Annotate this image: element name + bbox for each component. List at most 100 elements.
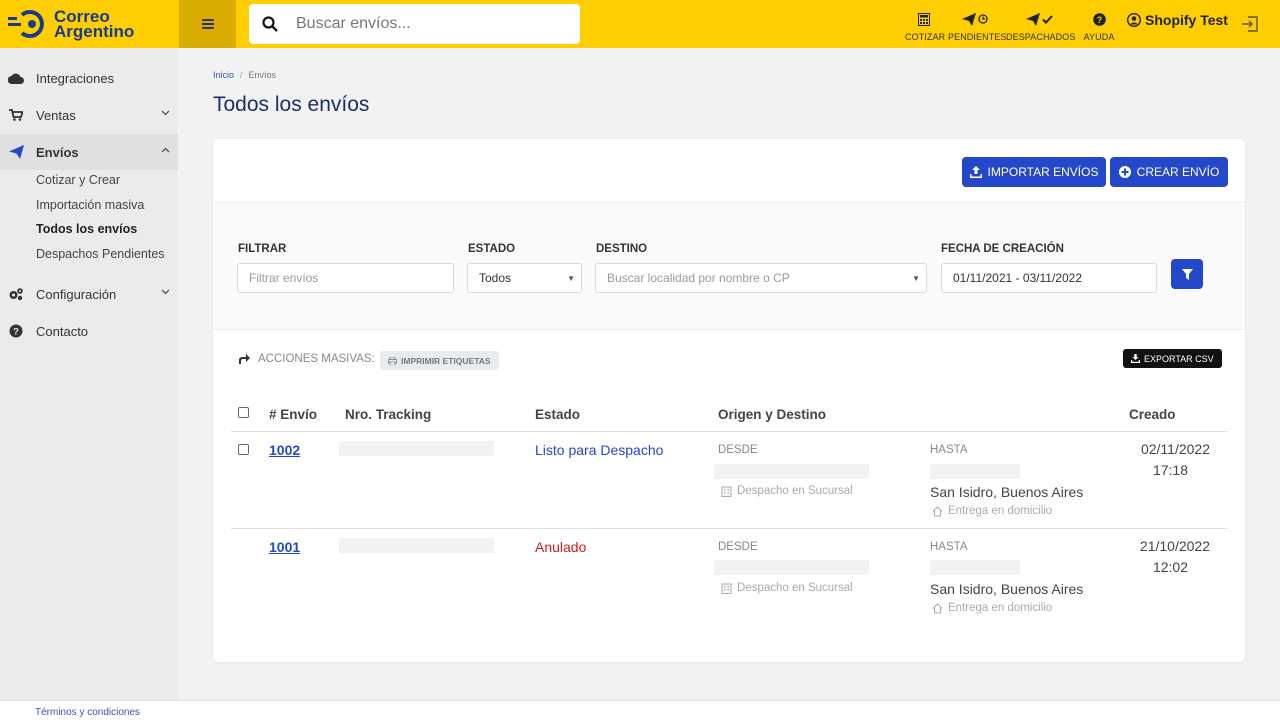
tracking-placeholder xyxy=(339,538,494,553)
sidebar-sub-importacion-masiva[interactable]: Importación masiva xyxy=(36,198,144,212)
calculator-icon xyxy=(905,10,943,28)
apply-filter-button[interactable] xyxy=(1171,259,1203,289)
filter-input[interactable]: Filtrar envíos xyxy=(237,263,454,293)
nav-ayuda[interactable]: ? AYUDA xyxy=(1082,10,1116,42)
origin-type: Despacho en Sucursal xyxy=(721,582,853,594)
created-time: 12:02 xyxy=(1152,559,1188,575)
export-csv-label: EXPORTAR CSV xyxy=(1144,353,1214,364)
nav-despachados[interactable]: DESPACHADOS xyxy=(1006,10,1076,42)
col-header-creado: Creado xyxy=(1129,407,1176,422)
create-shipment-button[interactable]: CREAR ENVÍO xyxy=(1110,157,1228,187)
sidebar-item-integraciones[interactable]: Integraciones xyxy=(0,60,178,96)
caret-down-icon: ▼ xyxy=(912,274,920,283)
status-text: Listo para Despacho xyxy=(535,442,664,458)
chevron-down-icon xyxy=(161,289,170,295)
nav-cotizar[interactable]: COTIZAR xyxy=(905,10,946,42)
destination-city: San Isidro, Buenos Aires xyxy=(930,581,1084,597)
nav-ayuda-label: AYUDA xyxy=(1083,32,1115,42)
question-circle-icon: ? xyxy=(8,324,24,338)
sidebar-item-envios[interactable]: Envíos xyxy=(0,134,178,170)
logout-button[interactable] xyxy=(1241,15,1259,38)
row-checkbox[interactable] xyxy=(238,444,249,455)
nav-cotizar-label: COTIZAR xyxy=(905,32,946,42)
date-range-input[interactable]: 01/11/2021 - 03/11/2022 xyxy=(941,263,1157,293)
select-all-checkbox[interactable] xyxy=(238,407,249,418)
dispatched-icon xyxy=(1006,10,1072,28)
breadcrumb-home-link[interactable]: Inicio xyxy=(213,70,234,80)
sidebar-item-label: Ventas xyxy=(36,107,76,123)
col-header-envio: # Envío xyxy=(269,407,318,422)
terms-link[interactable]: Términos y condiciones xyxy=(35,707,140,718)
origin-placeholder xyxy=(714,464,869,479)
destino-placeholder: Buscar localidad por nombre o CP xyxy=(607,271,790,285)
sidebar-sub-despachos-pendientes[interactable]: Despachos Pendientes xyxy=(36,247,165,261)
sidebar-item-label: Integraciones xyxy=(36,70,115,86)
building-icon xyxy=(721,486,732,497)
hamburger-menu-button[interactable] xyxy=(179,0,236,48)
breadcrumb-separator: / xyxy=(240,70,243,80)
nav-pendientes[interactable]: PENDIENTES xyxy=(948,10,1007,42)
status-text: Anulado xyxy=(535,539,587,555)
estado-label: ESTADO xyxy=(468,243,516,255)
col-header-origen-destino: Origen y Destino xyxy=(718,407,827,422)
origin-type-label: Despacho en Sucursal xyxy=(737,582,853,594)
correo-argentino-logo[interactable]: Correo Argentino xyxy=(8,6,178,42)
home-icon xyxy=(932,602,943,613)
help-icon: ? xyxy=(1082,10,1116,28)
created-date: 21/10/2022 xyxy=(1139,538,1210,554)
filters-panel: FILTRAR Filtrar envíos ESTADO Todos ▼ DE… xyxy=(213,204,1245,330)
sidebar-item-label: Contacto xyxy=(36,323,89,339)
sidebar-item-contacto[interactable]: ? Contacto xyxy=(0,313,178,349)
download-icon xyxy=(1131,354,1140,363)
sidebar-item-configuracion[interactable]: Configuración xyxy=(0,276,178,312)
search-input[interactable] xyxy=(296,15,556,33)
mass-actions: ACCIONES MASIVAS: xyxy=(238,353,375,365)
sidebar-sub-cotizar-crear[interactable]: Cotizar y Crear xyxy=(36,173,120,187)
export-csv-button[interactable]: EXPORTAR CSV xyxy=(1123,349,1222,368)
import-shipments-button[interactable]: IMPORTAR ENVÍOS xyxy=(962,157,1106,187)
user-menu[interactable]: Shopify Test xyxy=(1127,12,1228,28)
paper-plane-icon xyxy=(8,145,24,159)
print-labels-button[interactable]: IMPRIMIR ETIQUETAS xyxy=(380,351,499,370)
upload-icon xyxy=(969,166,982,178)
building-icon xyxy=(721,583,732,594)
destination-type-label: Entrega en domicilio xyxy=(948,602,1053,614)
breadcrumb: Inicio / Envíos xyxy=(213,70,276,80)
sidebar-item-ventas[interactable]: Ventas xyxy=(0,97,178,133)
origin-placeholder xyxy=(714,560,869,575)
origin-type-label: Despacho en Sucursal xyxy=(737,485,853,497)
footer: Términos y condiciones xyxy=(0,700,1280,720)
header-divider xyxy=(231,431,1228,432)
printer-icon xyxy=(388,356,397,365)
col-header-tracking: Nro. Tracking xyxy=(345,407,432,422)
logo-line2: Argentino xyxy=(54,22,135,41)
share-arrow-icon xyxy=(239,354,250,364)
estado-select[interactable]: Todos ▼ xyxy=(467,263,582,293)
shipment-id-link[interactable]: 1001 xyxy=(269,539,300,555)
destination-placeholder xyxy=(930,464,1020,479)
create-shipment-label: CREAR ENVÍO xyxy=(1136,165,1220,179)
svg-text:?: ? xyxy=(13,327,19,338)
funnel-icon xyxy=(1181,268,1193,280)
created-date: 02/11/2022 xyxy=(1140,441,1210,457)
tracking-placeholder xyxy=(339,441,494,456)
created-time: 17:18 xyxy=(1152,462,1188,478)
sidebar-sub-todos-envios[interactable]: Todos los envíos xyxy=(36,222,137,236)
shipments-card: IMPORTAR ENVÍOS CREAR ENVÍO FILTRAR Filt… xyxy=(213,139,1245,662)
nav-despachados-label: DESPACHADOS xyxy=(1006,32,1076,42)
destination-type: Entrega en domicilio xyxy=(932,505,1052,517)
origin-type: Despacho en Sucursal xyxy=(721,485,853,497)
gears-icon xyxy=(8,287,24,301)
user-circle-icon xyxy=(1127,13,1141,27)
search-box xyxy=(249,4,580,44)
fecha-label: FECHA DE CREACIÓN xyxy=(941,243,1064,255)
nav-pendientes-label: PENDIENTES xyxy=(948,32,1007,42)
shipment-id-link[interactable]: 1002 xyxy=(269,442,300,458)
print-labels-label: IMPRIMIR ETIQUETAS xyxy=(401,355,491,366)
destino-select[interactable]: Buscar localidad por nombre o CP ▼ xyxy=(595,263,927,293)
cloud-icon xyxy=(8,73,24,84)
svg-text:?: ? xyxy=(1096,15,1102,25)
destination-label: HASTA xyxy=(930,444,968,456)
destination-type: Entrega en domicilio xyxy=(932,602,1052,614)
origin-label: DESDE xyxy=(718,541,758,553)
